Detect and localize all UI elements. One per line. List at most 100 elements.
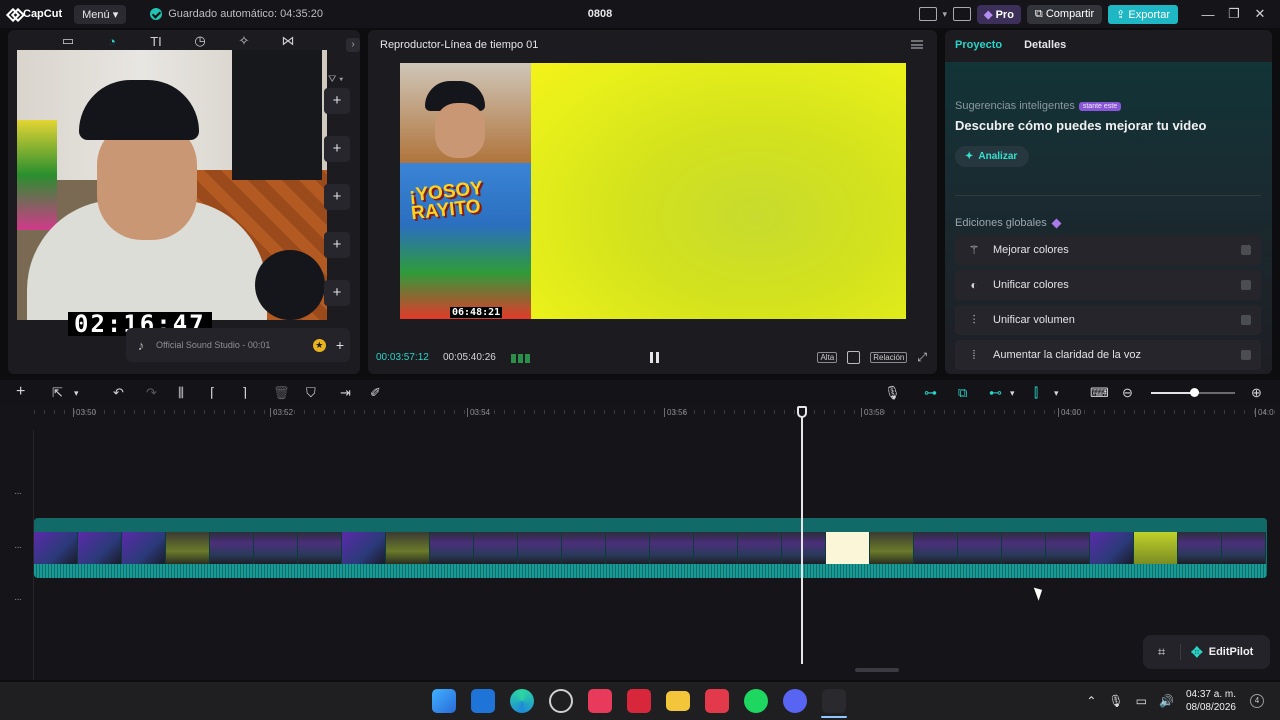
global-edit-unificar-volumen[interactable]: ⫶ Unificar volumen <box>955 305 1261 335</box>
toggle[interactable] <box>1241 315 1251 325</box>
fullscreen-icon[interactable]: ⤢ <box>917 350 927 365</box>
edit-cursor-icon[interactable]: ⌗ <box>1143 644 1181 660</box>
microphone-tray-icon[interactable]: 🎙 <box>1108 694 1123 708</box>
tab-proyecto[interactable]: Proyecto <box>955 39 1002 51</box>
chrome-icon[interactable] <box>549 689 573 713</box>
add-button[interactable]: + <box>324 184 350 210</box>
chevron-down-icon[interactable]: ▾ <box>1010 388 1015 399</box>
add-sound-button[interactable]: + <box>336 337 344 353</box>
chevron-down-icon[interactable]: ▾ <box>74 388 79 399</box>
sound-item[interactable]: ♪ Official Sound Studio - 00:01 ★ + <box>126 328 350 362</box>
layout-icon[interactable] <box>918 7 937 21</box>
title-bar: CapCut Menú ▾ Guardado automático: 04:35… <box>0 0 1280 28</box>
split-icon[interactable]: ⫼ <box>178 385 184 401</box>
filter-icon[interactable]: ⛛ ▾ <box>328 74 343 85</box>
chevron-right-icon[interactable]: › <box>346 38 360 52</box>
add-button[interactable]: + <box>324 88 350 114</box>
split-right-icon[interactable]: ⌉ <box>242 385 247 401</box>
chevron-down-icon[interactable]: ▾ <box>943 9 948 20</box>
add-button[interactable]: + <box>324 280 350 306</box>
quality-button[interactable]: Alta <box>817 352 838 363</box>
text-tab-icon[interactable]: TI <box>134 34 178 49</box>
notification-badge[interactable]: 4 <box>1250 694 1264 708</box>
chevron-up-icon[interactable]: ⌃ <box>1086 694 1096 708</box>
undo-icon[interactable]: ↶ <box>113 385 124 401</box>
file-explorer-icon[interactable] <box>666 691 690 711</box>
x-app-icon[interactable] <box>627 689 651 713</box>
spotify-icon[interactable] <box>744 689 768 713</box>
global-edit-mejorar-colores[interactable]: ⚚ Mejorar colores <box>955 235 1261 265</box>
timeline[interactable]: 03:50 03:52 03:54 03:56 03:58 04:00 04:0… <box>0 406 1280 680</box>
auto-cut-icon[interactable]: ✐ <box>370 385 381 401</box>
effects-tab-icon[interactable]: ✧ <box>222 33 266 49</box>
zoom-slider-knob[interactable] <box>1190 388 1199 397</box>
preview-axis-icon[interactable]: ⌨ <box>1090 385 1109 401</box>
volume-icon[interactable]: 🔊 <box>1159 694 1174 708</box>
add-track-icon[interactable]: + <box>16 383 25 401</box>
track-options-icon[interactable]: ··· <box>14 542 22 553</box>
audio-tab-icon[interactable]: ◔ <box>90 34 134 49</box>
edge-icon[interactable] <box>510 689 534 713</box>
freeze-frame-icon[interactable]: ⇥ <box>340 385 351 401</box>
microphone-icon[interactable]: 🎙 <box>884 385 901 401</box>
analyze-button[interactable]: ✦ Analizar <box>955 146 1030 167</box>
toggle[interactable] <box>1241 245 1251 255</box>
streaming-app-icon[interactable] <box>705 689 729 713</box>
media-tab-icon[interactable]: ▭ <box>46 33 90 49</box>
maximize-button[interactable]: ❐ <box>1224 6 1244 22</box>
store-icon[interactable] <box>471 689 495 713</box>
chevron-down-icon[interactable]: ▾ <box>1054 388 1059 399</box>
capcut-taskbar-icon[interactable] <box>821 689 847 718</box>
select-pointer-icon[interactable]: ⇱ <box>52 385 63 401</box>
redo-icon[interactable]: ↷ <box>146 385 157 401</box>
favorite-star-icon[interactable]: ★ <box>312 338 326 352</box>
close-button[interactable]: ✕ <box>1250 6 1270 22</box>
track-options-icon[interactable]: ··· <box>14 594 22 605</box>
align-icon[interactable]: ⫿ <box>1034 385 1038 401</box>
toggle[interactable] <box>1241 350 1251 360</box>
grid-icon[interactable] <box>511 354 531 363</box>
playhead[interactable] <box>801 406 803 664</box>
editpilot-widget[interactable]: ⌗ ✥ EditPilot <box>1143 635 1270 669</box>
discord-icon[interactable] <box>783 689 807 713</box>
minimize-button[interactable]: — <box>1198 7 1218 22</box>
playhead-handle[interactable] <box>797 406 807 418</box>
menu-button[interactable]: Menú ▾ <box>74 4 127 24</box>
add-button[interactable]: + <box>324 136 350 162</box>
delete-icon[interactable]: 🗑 <box>273 385 290 401</box>
tab-detalles[interactable]: Detalles <box>1024 39 1066 51</box>
ratio-button[interactable]: Relación <box>870 352 908 363</box>
split-left-icon[interactable]: ⌈ <box>210 385 215 401</box>
fit-icon[interactable] <box>847 351 861 364</box>
pro-button[interactable]: ◆ Pro <box>977 4 1021 24</box>
main-video-clip[interactable] <box>34 518 1267 578</box>
marker-icon[interactable]: ⛉ <box>306 385 316 401</box>
share-button[interactable]: ⧉ Compartir <box>1026 4 1103 24</box>
windows-start-icon[interactable] <box>432 689 456 713</box>
system-clock[interactable]: 04:37 a. m. 08/08/2026 <box>1186 688 1236 714</box>
export-button[interactable]: ⇪ Exportar <box>1108 4 1178 24</box>
chain-icon[interactable]: ⊷ <box>989 385 1002 401</box>
time-ruler[interactable] <box>34 406 1280 424</box>
menu-icon[interactable] <box>911 40 923 49</box>
transitions-tab-icon[interactable]: ⋈ <box>266 33 310 49</box>
global-edit-unificar-colores[interactable]: ◐ Unificar colores <box>955 270 1261 300</box>
stickers-tab-icon[interactable]: ◷ <box>178 33 222 49</box>
clip-header <box>34 518 1267 532</box>
timeline-scrollbar[interactable] <box>855 668 899 672</box>
keyboard-icon[interactable] <box>953 7 972 21</box>
editpilot-button[interactable]: ✥ EditPilot <box>1181 644 1253 661</box>
tiktok-icon[interactable] <box>588 689 612 713</box>
global-edit-claridad-voz[interactable]: ⦙ Aumentar la claridad de la voz <box>955 340 1261 370</box>
pause-button[interactable] <box>650 352 659 363</box>
add-button[interactable]: + <box>324 232 350 258</box>
toggle[interactable] <box>1241 280 1251 290</box>
link-clips-icon[interactable]: ⊶ <box>924 385 937 401</box>
zoom-in-icon[interactable]: ⊕ <box>1251 385 1262 401</box>
network-icon[interactable]: ▭ <box>1136 694 1147 708</box>
video-preview[interactable]: ¡YOSOY RAYITO 06:48:21 <box>400 63 906 319</box>
magnet-icon[interactable]: ⧉ <box>958 385 967 401</box>
track-options-icon[interactable]: ··· <box>14 488 22 499</box>
zoom-out-icon[interactable]: ⊖ <box>1122 385 1133 401</box>
media-tabs: ▭ ◔ TI ◷ ✧ ⋈ <box>8 30 360 52</box>
